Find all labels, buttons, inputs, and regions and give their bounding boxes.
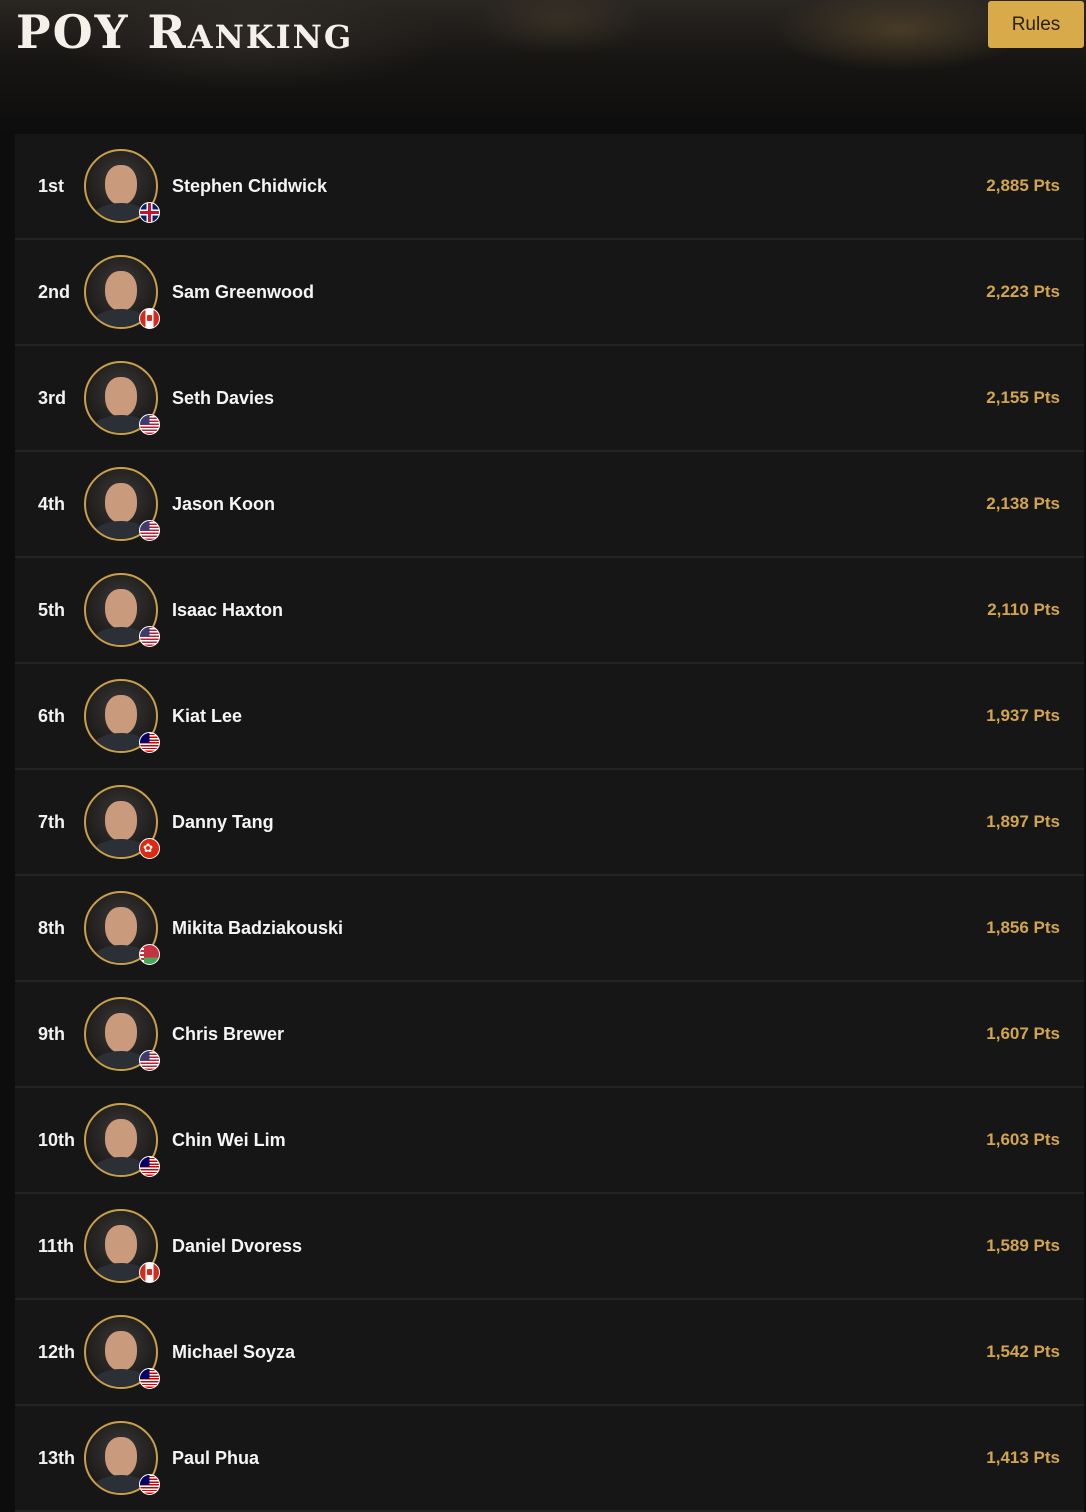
flag-icon [139, 1050, 160, 1071]
rules-button[interactable]: Rules [988, 1, 1084, 48]
player-points: 2,885 Pts [986, 176, 1060, 195]
rank-label: 10th [38, 1129, 76, 1150]
player-points: 1,897 Pts [986, 812, 1060, 831]
flag-icon [139, 1262, 160, 1283]
player-name[interactable]: Paul Phua [172, 1448, 259, 1469]
player-name[interactable]: Stephen Chidwick [172, 176, 327, 197]
rank-label: 6th [38, 705, 65, 726]
player-avatar-wrapper [84, 361, 160, 435]
rank-label: 3rd [38, 387, 67, 408]
player-face [105, 1437, 137, 1477]
player-avatar-wrapper [84, 679, 160, 753]
player-avatar-wrapper [84, 1421, 160, 1495]
player-name[interactable]: Jason Koon [172, 494, 275, 515]
flag-icon [139, 626, 160, 647]
player-face [105, 165, 137, 205]
rank-label: 1st [38, 175, 65, 196]
player-points: 1,937 Pts [986, 706, 1060, 725]
ranking-list: 1st Stephen Chidwick 2,885 Pts 2nd Sam G… [15, 134, 1084, 1512]
rank-label: 9th [38, 1023, 65, 1044]
ranking-row[interactable]: 13th Paul Phua 1,413 Pts [15, 1406, 1084, 1512]
rank-label: 12th [38, 1341, 76, 1362]
player-points: 1,607 Pts [986, 1024, 1060, 1043]
player-avatar-wrapper [84, 891, 160, 965]
rank-label: 11th [38, 1235, 75, 1256]
flag-icon [139, 1156, 160, 1177]
player-face [105, 1013, 137, 1053]
player-avatar-wrapper [84, 1315, 160, 1389]
player-face [105, 1119, 137, 1159]
rank-label: 13th [38, 1447, 76, 1468]
ranking-row[interactable]: 12th Michael Soyza 1,542 Pts [15, 1300, 1084, 1406]
player-face [105, 271, 137, 311]
flag-icon [139, 732, 160, 753]
flag-icon [139, 838, 160, 859]
player-name[interactable]: Daniel Dvoress [172, 1236, 302, 1257]
player-avatar-wrapper [84, 573, 160, 647]
player-name[interactable]: Isaac Haxton [172, 600, 283, 621]
player-face [105, 377, 137, 417]
player-points: 2,138 Pts [986, 494, 1060, 513]
player-name[interactable]: Chris Brewer [172, 1024, 284, 1045]
player-name[interactable]: Danny Tang [172, 812, 274, 833]
flag-icon [139, 308, 160, 329]
player-points: 2,223 Pts [986, 282, 1060, 301]
rank-label: 2nd [38, 281, 71, 302]
player-face [105, 695, 137, 735]
player-avatar-wrapper [84, 785, 160, 859]
player-points: 1,603 Pts [986, 1130, 1060, 1149]
player-name[interactable]: Sam Greenwood [172, 282, 314, 303]
player-name[interactable]: Michael Soyza [172, 1342, 295, 1363]
player-face [105, 1331, 137, 1371]
player-avatar-wrapper [84, 1209, 160, 1283]
flag-icon [139, 944, 160, 965]
player-points: 2,110 Pts [987, 600, 1060, 619]
player-avatar-wrapper [84, 1103, 160, 1177]
ranking-row[interactable]: 4th Jason Koon 2,138 Pts [15, 452, 1084, 558]
player-avatar-wrapper [84, 255, 160, 329]
ranking-row[interactable]: 2nd Sam Greenwood 2,223 Pts [15, 240, 1084, 346]
player-points: 1,542 Pts [986, 1342, 1060, 1361]
ranking-row[interactable]: 5th Isaac Haxton 2,110 Pts [15, 558, 1084, 664]
ranking-row[interactable]: 8th Mikita Badziakouski 1,856 Pts [15, 876, 1084, 982]
page-title: POY Ranking [16, 5, 354, 59]
flag-icon [139, 414, 160, 435]
rank-label: 5th [38, 599, 65, 620]
player-name[interactable]: Mikita Badziakouski [172, 918, 343, 939]
player-name[interactable]: Chin Wei Lim [172, 1130, 286, 1151]
player-name[interactable]: Kiat Lee [172, 706, 242, 727]
ranking-row[interactable]: 10th Chin Wei Lim 1,603 Pts [15, 1088, 1084, 1194]
player-points: 1,413 Pts [986, 1448, 1060, 1467]
rank-label: 7th [38, 811, 65, 832]
flag-icon [139, 520, 160, 541]
player-face [105, 589, 137, 629]
flag-icon [139, 202, 160, 223]
player-points: 1,856 Pts [986, 918, 1060, 937]
player-avatar-wrapper [84, 467, 160, 541]
player-face [105, 1225, 137, 1265]
ranking-row[interactable]: 11th Daniel Dvoress 1,589 Pts [15, 1194, 1084, 1300]
ranking-row[interactable]: 1st Stephen Chidwick 2,885 Pts [15, 134, 1084, 240]
player-face [105, 801, 137, 841]
player-avatar-wrapper [84, 149, 160, 223]
flag-icon [139, 1474, 160, 1495]
ranking-row[interactable]: 7th Danny Tang 1,897 Pts [15, 770, 1084, 876]
ranking-row[interactable]: 6th Kiat Lee 1,937 Pts [15, 664, 1084, 770]
flag-icon [139, 1368, 160, 1389]
ranking-row[interactable]: 9th Chris Brewer 1,607 Pts [15, 982, 1084, 1088]
player-name[interactable]: Seth Davies [172, 388, 274, 409]
ranking-row[interactable]: 3rd Seth Davies 2,155 Pts [15, 346, 1084, 452]
player-avatar-wrapper [84, 997, 160, 1071]
rank-label: 8th [38, 917, 65, 938]
header-banner: POY Ranking Rules [0, 0, 1086, 134]
rank-label: 4th [38, 493, 65, 514]
player-face [105, 907, 137, 947]
player-face [105, 483, 137, 523]
player-points: 1,589 Pts [986, 1236, 1060, 1255]
player-points: 2,155 Pts [986, 388, 1060, 407]
